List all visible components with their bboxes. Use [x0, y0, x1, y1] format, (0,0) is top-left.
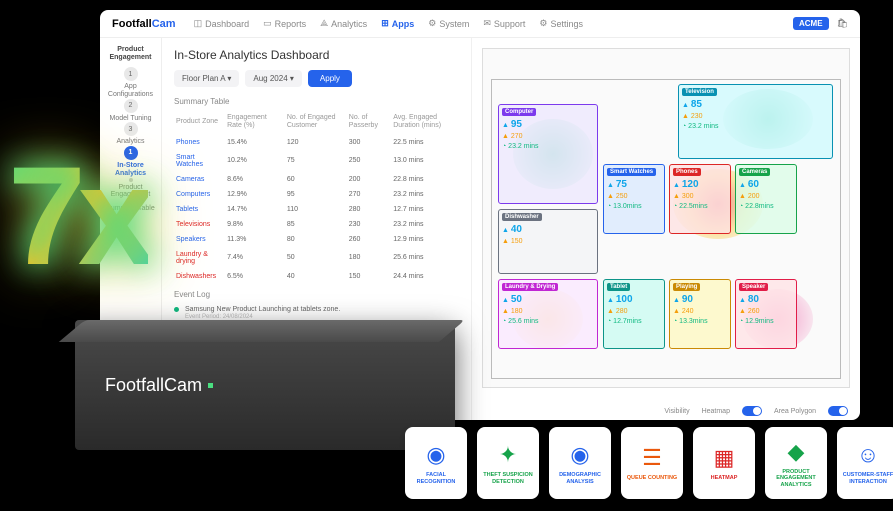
table-row[interactable]: Dishwashers6.5%4015024.4 mins	[174, 269, 459, 284]
nav-icon: ⟁	[320, 18, 328, 29]
nav-icon: ⚙	[539, 18, 547, 29]
sidebar-item[interactable]: 2Model Tuning	[104, 99, 157, 123]
dashboard-title: In-Store Analytics Dashboard	[174, 48, 459, 62]
polygon-toggle[interactable]	[828, 406, 848, 416]
cart-icon[interactable]: 🛍	[837, 18, 848, 29]
nav-settings[interactable]: ⚙ Settings	[539, 18, 583, 29]
feature-queue[interactable]: ☰ QUEUE COUNTING	[621, 427, 683, 499]
zone-smart-watches[interactable]: Smart Watches▲ 75▲ 250◔ 13.0mins	[603, 164, 665, 234]
table-row[interactable]: Cameras8.6%6020022.8 mins	[174, 172, 459, 187]
feature-heatmap[interactable]: ▦ HEATMAP	[693, 427, 755, 499]
zone-dishwasher[interactable]: Dishwasher▲ 40▲ 150	[498, 209, 598, 274]
feature-demo[interactable]: ◉ DEMOGRAPHIC ANALYSIS	[549, 427, 611, 499]
feature-theft[interactable]: ✦ THEFT SUSPICION DETECTION	[477, 427, 539, 499]
zone-laundry[interactable]: Laundry & Drying▲ 50▲ 180◔ 25.6 mins	[498, 279, 598, 349]
zone-speaker[interactable]: Speaker▲ 80▲ 260◔ 12.9mins	[735, 279, 797, 349]
feature-label: QUEUE COUNTING	[627, 475, 677, 481]
feature-label: PRODUCT ENGAGEMENT ANALYTICS	[769, 469, 823, 488]
feature-label: DEMOGRAPHIC ANALYSIS	[553, 472, 607, 485]
floor-plan[interactable]: Computer▲ 95▲ 270◔ 23.2 mins Television▲ …	[482, 48, 850, 388]
heatmap-icon: ▦	[710, 444, 738, 472]
apply-button[interactable]: Apply	[308, 70, 352, 87]
col-header: No. of Passerby	[347, 110, 391, 135]
nav-icon: ⊞	[381, 18, 389, 29]
nav-apps[interactable]: ⊞ Apps	[381, 18, 414, 29]
hardware-device: FootfallCam	[75, 320, 455, 450]
table-row[interactable]: Tablets14.7%11028012.7 mins	[174, 202, 459, 217]
sidebar-title: Product Engagement	[104, 46, 157, 61]
zone-computer[interactable]: Computer▲ 95▲ 270◔ 23.2 mins	[498, 104, 598, 204]
heatmap-toggle[interactable]	[742, 406, 762, 416]
status-dot-icon	[174, 307, 179, 312]
app-header: FootfallCam ◫ Dashboard ▭ Reports ⟁ Analyt…	[100, 10, 860, 38]
staff-icon: ☺	[854, 441, 882, 469]
feature-cards: ◉ FACIAL RECOGNITION ✦ THEFT SUSPICION DETE…	[405, 427, 893, 499]
theft-icon: ✦	[494, 441, 522, 469]
promo-overlay-text: 7x	[8, 160, 148, 272]
product-icon: ◆	[782, 438, 810, 466]
table-row[interactable]: Phones15.4%12030022.5 mins	[174, 135, 459, 150]
col-header: Avg. Engaged Duration (mins)	[391, 110, 459, 135]
feature-label: THEFT SUSPICION DETECTION	[481, 472, 535, 485]
feature-label: HEATMAP	[711, 475, 738, 481]
log-section-label: Event Log	[174, 290, 459, 299]
feature-product[interactable]: ◆ PRODUCT ENGAGEMENT ANALYTICS	[765, 427, 827, 499]
sidebar-item[interactable]: 1App Configurations	[104, 67, 157, 98]
zone-playing[interactable]: Playing▲ 90▲ 240◔ 13.3mins	[669, 279, 731, 349]
nav-system[interactable]: ⚙ System	[428, 18, 469, 29]
nav-icon: ▭	[263, 18, 272, 29]
nav-icon: ✉	[483, 18, 491, 29]
zone-cameras[interactable]: Cameras▲ 60▲ 200◔ 22.8mins	[735, 164, 797, 234]
table-row[interactable]: Smart Watches10.2%7525013.0 mins	[174, 150, 459, 172]
visibility-toggles: Visibility Heatmap Area Polygon	[664, 406, 848, 416]
period-select[interactable]: Aug 2024 ▾	[245, 70, 302, 87]
table-row[interactable]: Televisions9.8%8523023.2 mins	[174, 217, 459, 232]
table-row[interactable]: Speakers11.3%8026012.9 mins	[174, 232, 459, 247]
nav-analytics[interactable]: ⟁ Analytics	[320, 18, 367, 29]
summary-section-label: Summary Table	[174, 97, 459, 106]
feature-label: CUSTOMER-STAFF INTERACTION	[841, 472, 893, 485]
summary-table: Product ZoneEngagement Rate (%)No. of En…	[174, 110, 459, 284]
heatmap-toggle-label: Heatmap	[702, 408, 730, 415]
zone-tablet[interactable]: Tablet▲ 100▲ 280◔ 12.7mins	[603, 279, 665, 349]
device-logo: FootfallCam	[105, 375, 213, 396]
nav-icon: ⚙	[428, 18, 436, 29]
floor-panel: Computer▲ 95▲ 270◔ 23.2 mins Television▲ …	[472, 38, 860, 420]
nav-reports[interactable]: ▭ Reports	[263, 18, 306, 29]
header-right: ACME 🛍	[793, 17, 848, 30]
queue-icon: ☰	[638, 444, 666, 472]
polygon-toggle-label: Area Polygon	[774, 408, 816, 415]
demo-icon: ◉	[566, 441, 594, 469]
table-row[interactable]: Computers12.9%9527023.2 mins	[174, 187, 459, 202]
visibility-label: Visibility	[664, 408, 689, 415]
main-nav: ◫ Dashboard ▭ Reports ⟁ Analytics ⊞ Apps ⚙ S…	[194, 18, 583, 29]
nav-support[interactable]: ✉ Support	[483, 18, 525, 29]
nav-icon: ◫	[194, 18, 203, 29]
table-row[interactable]: Laundry & drying7.4%5018025.6 mins	[174, 247, 459, 269]
app-logo: FootfallCam	[112, 18, 176, 30]
feature-label: FACIAL RECOGNITION	[409, 472, 463, 485]
floor-select[interactable]: Floor Plan A ▾	[174, 70, 239, 87]
tenant-badge[interactable]: ACME	[793, 17, 829, 30]
zone-television[interactable]: Television▲ 85▲ 230◔ 23.2 mins	[678, 84, 833, 159]
col-header: No. of Engaged Customer	[285, 110, 347, 135]
col-header: Product Zone	[174, 110, 225, 135]
nav-dashboard[interactable]: ◫ Dashboard	[194, 18, 250, 29]
feature-facial[interactable]: ◉ FACIAL RECOGNITION	[405, 427, 467, 499]
feature-staff[interactable]: ☺ CUSTOMER-STAFF INTERACTION	[837, 427, 893, 499]
zone-phones[interactable]: Phones▲ 120▲ 300◔ 22.5mins	[669, 164, 731, 234]
col-header: Engagement Rate (%)	[225, 110, 285, 135]
facial-icon: ◉	[422, 441, 450, 469]
